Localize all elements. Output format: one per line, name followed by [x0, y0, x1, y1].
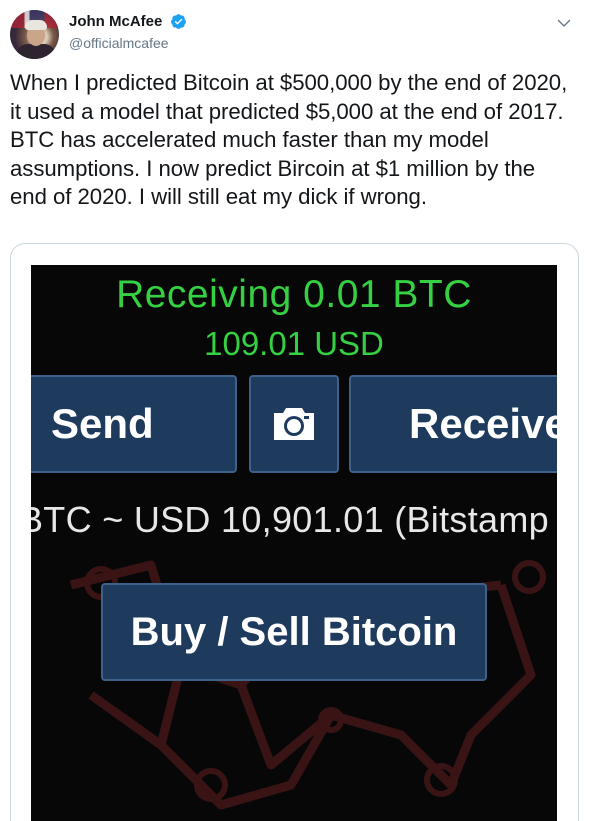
- avatar[interactable]: [10, 10, 59, 59]
- receive-button-label: Receive: [409, 400, 557, 447]
- buy-sell-button-label: Buy / Sell Bitcoin: [130, 609, 458, 654]
- receiving-amount-label: Receiving 0.01 BTC: [116, 273, 472, 316]
- tweet-header: John McAfee @officialmcafee: [10, 10, 583, 60]
- buy-sell-bitcoin-button: Buy / Sell Bitcoin: [101, 583, 487, 681]
- exchange-rate-text: BTC ~ USD 10,901.01 (Bitstamp: [31, 499, 549, 540]
- media-card[interactable]: Receiving 0.01 BTC 109.01 USD Send Recei…: [10, 243, 579, 821]
- tweet: John McAfee @officialmcafee When I predi…: [0, 0, 593, 821]
- camera-button: [249, 375, 339, 473]
- send-button-label: Send: [51, 400, 154, 447]
- camera-icon: [274, 408, 314, 440]
- receive-button: Receive: [349, 375, 557, 473]
- usd-amount-label: 109.01 USD: [204, 325, 384, 362]
- author-info: John McAfee @officialmcafee: [69, 13, 187, 51]
- send-button: Send: [31, 375, 237, 473]
- author-handle[interactable]: @officialmcafee: [69, 35, 187, 51]
- chevron-down-icon[interactable]: [557, 16, 571, 30]
- author-display-name[interactable]: John McAfee: [69, 13, 162, 30]
- verified-badge-icon: [170, 14, 186, 30]
- tweet-photo[interactable]: Receiving 0.01 BTC 109.01 USD Send Recei…: [31, 265, 557, 821]
- tweet-text: When I predicted Bitcoin at $500,000 by …: [10, 70, 568, 209]
